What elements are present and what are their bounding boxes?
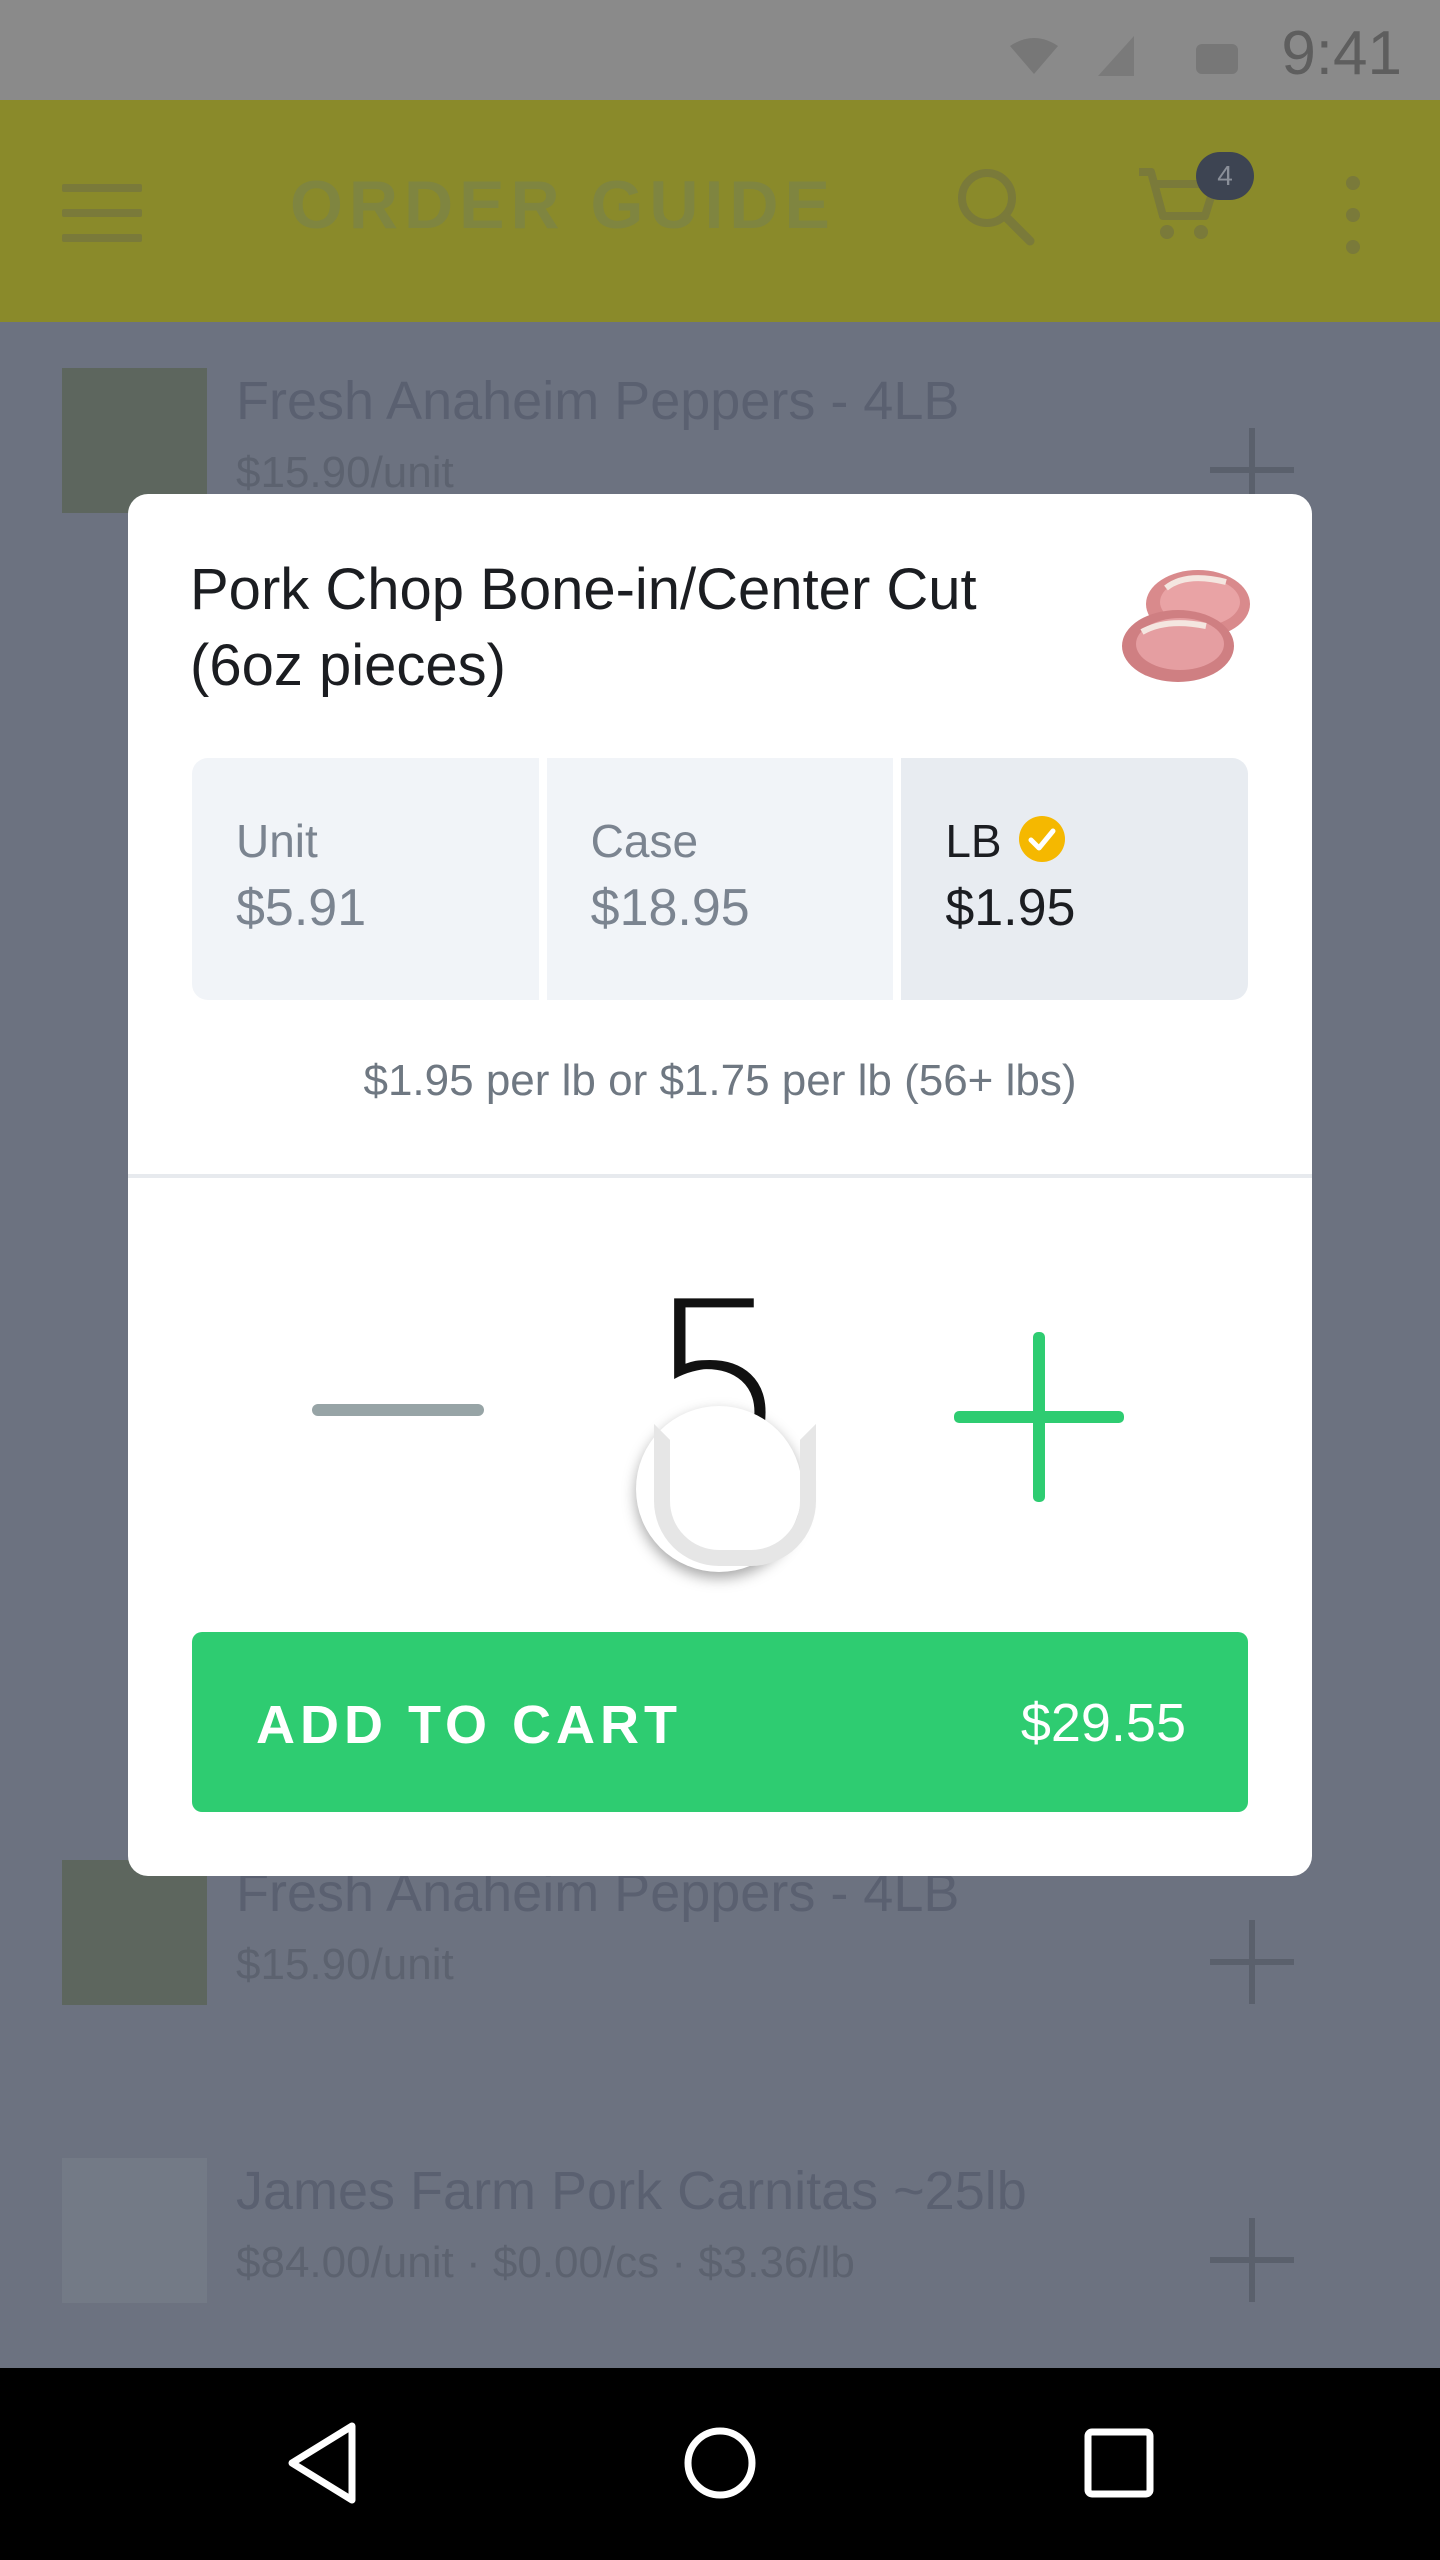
list-item[interactable]: James Farm Pork Carnitas ~25lb $84.00/un… (62, 2158, 1374, 2308)
product-thumbnail (62, 368, 207, 513)
add-item-button[interactable] (1210, 1920, 1294, 2004)
price-note: $1.95 per lb or $1.75 per lb (56+ lbs) (363, 1056, 1077, 1105)
price-option-label: Case (590, 815, 699, 867)
product-price: $84.00/unit · $0.00/cs · $3.36/lb (236, 2238, 855, 2287)
quantity-dialog: Pork Chop Bone-in/Center Cut (6oz pieces… (128, 494, 1312, 1876)
product-price: $15.90/unit (236, 448, 454, 497)
cart-total: $29.55 (1020, 1693, 1186, 1753)
price-option-price: $5.91 (236, 879, 367, 937)
page-title: ORDER GUIDE (290, 167, 836, 243)
price-option-price: $18.95 (590, 879, 750, 937)
price-option-label: LB (945, 815, 1002, 867)
system-nav-bar (0, 2368, 1440, 2560)
product-name: Fresh Anaheim Peppers - 4LB (236, 371, 960, 431)
minus-icon (312, 1404, 484, 1416)
price-option-lb[interactable]: LB $1.95 (901, 758, 1249, 1000)
price-option-group: Unit $5.91 Case $18.95 LB $1.95 (192, 758, 1249, 1000)
product-name: James Farm Pork Carnitas ~25lb (236, 2161, 1027, 2221)
home-icon[interactable] (682, 2420, 758, 2506)
divider (128, 1174, 1312, 1178)
menu-icon[interactable] (62, 184, 142, 244)
battery-icon (1196, 44, 1238, 74)
touch-indicator (636, 1406, 816, 1572)
recents-icon[interactable] (1084, 2420, 1154, 2506)
product-thumbnail (62, 1860, 207, 2005)
status-bar: 9:41 (0, 0, 1440, 100)
status-time: 9:41 (1281, 19, 1402, 88)
check-icon (1019, 816, 1066, 862)
signal-icon (1098, 36, 1134, 76)
product-title: Pork Chop Bone-in/Center Cut (6oz pieces… (190, 557, 977, 698)
product-price: $15.90/unit (236, 1940, 454, 1989)
overflow-icon[interactable] (1346, 176, 1370, 272)
add-to-cart-button[interactable]: ADD TO CART $29.55 (192, 1632, 1248, 1812)
price-option-price: $1.95 (945, 879, 1076, 937)
add-item-button[interactable] (1210, 2218, 1294, 2302)
product-thumbnail (62, 2158, 207, 2303)
price-option-case[interactable]: Case $18.95 (546, 758, 894, 1000)
decrease-quantity-button[interactable] (312, 1404, 484, 1416)
wifi-icon (1010, 38, 1058, 74)
app-bar: ORDER GUIDE 4 (0, 100, 1440, 322)
list-item[interactable]: Fresh Anaheim Peppers - 4LB $15.90/unit (62, 1860, 1374, 2010)
price-option-label: Unit (236, 815, 318, 867)
back-icon[interactable] (282, 2420, 362, 2506)
increase-quantity-button[interactable] (954, 1332, 1124, 1502)
price-option-unit[interactable]: Unit $5.91 (192, 758, 539, 1000)
search-icon[interactable] (955, 166, 1035, 246)
cart-count-badge: 4 (1196, 152, 1254, 200)
add-to-cart-label: ADD TO CART (256, 1695, 682, 1755)
pork-chop-image (1122, 570, 1250, 682)
